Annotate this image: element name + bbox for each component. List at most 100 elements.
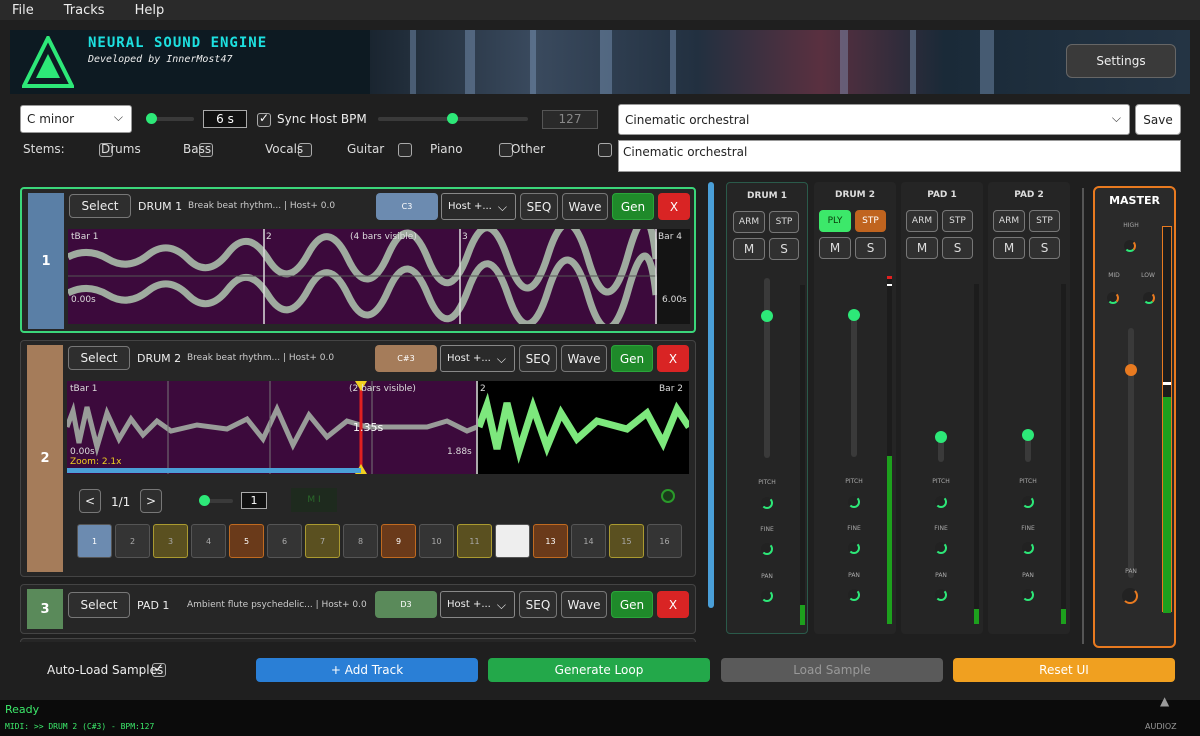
bpm-slider-handle[interactable] [447, 113, 458, 124]
strip-stop-button[interactable]: STP [855, 210, 886, 232]
strip-stop-button[interactable]: STP [1029, 210, 1060, 232]
track-select-button[interactable]: Select [68, 346, 130, 370]
strip-mute-button[interactable]: M [733, 238, 765, 260]
track-delete-button[interactable]: X [657, 591, 689, 618]
master-pan-knob[interactable] [1122, 588, 1138, 604]
step-button[interactable]: 5 [229, 524, 264, 558]
track-list-scrollbar[interactable] [708, 182, 714, 608]
strip-mute-button[interactable]: M [993, 237, 1025, 259]
strip-pan-knob[interactable] [1022, 589, 1034, 601]
track-seq-button[interactable]: SEQ [519, 591, 557, 618]
stem-guitar-checkbox[interactable] [398, 142, 413, 157]
prompt-textarea[interactable]: Cinematic orchestral [618, 140, 1181, 172]
track-row[interactable]: 1 Select DRUM 1 Break beat rhythm... | H… [20, 187, 696, 333]
strip-mute-button[interactable]: M [906, 237, 938, 259]
strip-stop-button[interactable]: STP [769, 211, 799, 233]
strip-fader-handle[interactable] [1022, 429, 1034, 441]
reset-ui-button[interactable]: Reset UI [953, 658, 1175, 682]
track-sync-select[interactable]: Host +... ⌵ [440, 591, 515, 618]
track-sync-select[interactable]: Host +... ⌵ [441, 193, 516, 220]
track-wave-button[interactable]: Wave [561, 345, 607, 372]
strip-arm-button[interactable]: ARM [733, 211, 765, 233]
track-row[interactable]: 3 Select PAD 1 Ambient flute psychedelic… [20, 584, 696, 634]
eq-mid-knob[interactable] [1107, 292, 1119, 304]
eq-high-knob[interactable] [1124, 240, 1136, 252]
seq-length-slider-handle[interactable] [199, 495, 210, 506]
strip-pitch-knob[interactable] [761, 497, 773, 509]
step-button[interactable]: 7 [305, 524, 340, 558]
strip-arm-button[interactable]: ARM [993, 210, 1025, 232]
preset-select[interactable]: Cinematic orchestral ⌵ [618, 104, 1130, 135]
strip-pan-knob[interactable] [935, 589, 947, 601]
step-button[interactable]: 8 [343, 524, 378, 558]
save-preset-button[interactable]: Save [1135, 104, 1181, 135]
strip-fine-knob[interactable] [935, 542, 947, 554]
seq-prev-page-button[interactable]: < [79, 489, 101, 513]
track-wave-button[interactable]: Wave [562, 193, 608, 220]
duration-field[interactable]: 6 s [203, 110, 247, 128]
track-note-badge[interactable]: C#3 [375, 345, 437, 372]
seq-length-field[interactable]: 1 [241, 492, 267, 509]
master-fader-handle[interactable] [1125, 364, 1137, 376]
strip-mute-button[interactable]: M [819, 237, 851, 259]
sync-host-bpm-checkbox[interactable] [257, 111, 271, 127]
menu-tracks[interactable]: Tracks [64, 3, 105, 18]
duration-slider-handle[interactable] [146, 113, 157, 124]
track-generate-button[interactable]: Gen [611, 591, 653, 618]
strip-fader[interactable] [851, 317, 857, 457]
track-generate-button[interactable]: Gen [611, 345, 653, 372]
step-button[interactable]: 12 [495, 524, 530, 558]
strip-pitch-knob[interactable] [1022, 496, 1034, 508]
step-button[interactable]: 1 [77, 524, 112, 558]
eq-low-knob[interactable] [1143, 292, 1155, 304]
track-delete-button[interactable]: X [658, 193, 690, 220]
step-button[interactable]: 3 [153, 524, 188, 558]
strip-stop-button[interactable]: STP [942, 210, 973, 232]
track-wave-button[interactable]: Wave [561, 591, 607, 618]
bpm-field[interactable]: 127 [542, 110, 598, 129]
strip-fine-knob[interactable] [848, 542, 860, 554]
strip-solo-button[interactable]: S [942, 237, 973, 259]
strip-fader-handle[interactable] [848, 309, 860, 321]
step-button[interactable]: 2 [115, 524, 150, 558]
step-button[interactable]: 14 [571, 524, 606, 558]
load-sample-button[interactable]: Load Sample [721, 658, 943, 682]
strip-pan-knob[interactable] [761, 590, 773, 602]
strip-pitch-knob[interactable] [848, 496, 860, 508]
strip-solo-button[interactable]: S [855, 237, 886, 259]
strip-fine-knob[interactable] [1022, 542, 1034, 554]
track-waveform[interactable]: tBar 1 2 (4 bars visible) 3 Bar 4 0.00s … [68, 229, 690, 324]
strip-solo-button[interactable]: S [1029, 237, 1060, 259]
settings-button[interactable]: Settings [1066, 44, 1176, 78]
step-button[interactable]: 4 [191, 524, 226, 558]
step-button[interactable]: 10 [419, 524, 454, 558]
step-button[interactable]: 16 [647, 524, 682, 558]
generate-loop-button[interactable]: Generate Loop [488, 658, 710, 682]
step-button[interactable]: 13 [533, 524, 568, 558]
menu-help[interactable]: Help [135, 3, 165, 18]
seq-next-page-button[interactable]: > [140, 489, 162, 513]
strip-fine-knob[interactable] [761, 543, 773, 555]
strip-fader-handle[interactable] [761, 310, 773, 322]
step-button[interactable]: 11 [457, 524, 492, 558]
track-row[interactable] [20, 638, 696, 642]
stem-other-checkbox[interactable] [597, 142, 612, 157]
strip-fader-handle[interactable] [935, 431, 947, 443]
track-select-button[interactable]: Select [68, 592, 130, 618]
step-button[interactable]: 15 [609, 524, 644, 558]
track-sync-select[interactable]: Host +... ⌵ [440, 345, 515, 372]
strip-play-button[interactable]: PLY [819, 210, 851, 232]
strip-pan-knob[interactable] [848, 589, 860, 601]
strip-pitch-knob[interactable] [935, 496, 947, 508]
track-seq-button[interactable]: SEQ [519, 345, 557, 372]
strip-fader[interactable] [764, 278, 770, 458]
strip-solo-button[interactable]: S [769, 238, 799, 260]
step-button[interactable]: 6 [267, 524, 302, 558]
strip-arm-button[interactable]: ARM [906, 210, 938, 232]
track-delete-button[interactable]: X [657, 345, 689, 372]
key-select[interactable]: C minor ⌵ [20, 105, 132, 133]
track-note-badge[interactable]: D3 [375, 591, 437, 618]
track-note-badge[interactable]: C3 [376, 193, 438, 220]
add-track-button[interactable]: + Add Track [256, 658, 478, 682]
track-select-button[interactable]: Select [69, 194, 131, 218]
